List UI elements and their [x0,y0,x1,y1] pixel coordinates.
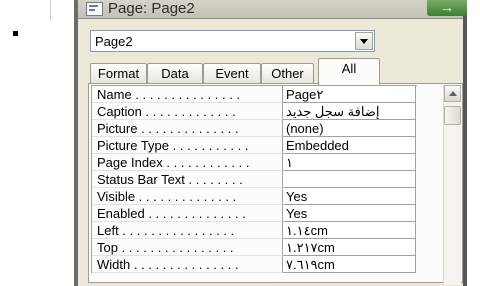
tab-event[interactable]: Event [203,63,261,84]
tab-data[interactable]: Data [147,63,203,84]
property-value[interactable]: ١ [283,154,416,171]
property-row: Width . . . . . . . . . . . . . . . ٧.٦١… [92,256,417,273]
property-name: Picture . . . . . . . . . . . . . . [92,120,283,137]
property-tabs: Format Data Event Other All [90,58,390,85]
property-sheet-window: Page: Page2 → Page2 Format Data Event Ot… [74,0,467,286]
scroll-thumb[interactable] [444,106,461,125]
property-name: Status Bar Text . . . . . . . . [92,171,283,188]
property-sheet-icon [86,2,103,16]
property-row: Enabled . . . . . . . . . . . . . . Yes [92,205,417,222]
property-panel: Name . . . . . . . . . . . . . . . Page٢… [88,83,463,285]
property-value[interactable]: ٧.٦١٩cm [283,256,416,273]
property-name: Caption . . . . . . . . . . . . . [92,103,283,120]
property-row: Picture Type . . . . . . . . . . . Embed… [92,137,417,154]
property-value[interactable]: (none) [283,120,416,137]
object-selector-value: Page2 [95,34,133,49]
tab-all[interactable]: All [318,58,380,85]
property-row: Status Bar Text . . . . . . . . [92,171,417,188]
property-row: Left . . . . . . . . . . . . . . . . ١.١… [92,222,417,239]
object-selector-dropdown[interactable]: Page2 [90,30,375,52]
property-row: Picture . . . . . . . . . . . . . . (non… [92,120,417,137]
property-name: Name . . . . . . . . . . . . . . . [92,86,283,103]
window-title: Page: Page2 [108,0,195,17]
background-marker [13,31,18,36]
property-row: Visible . . . . . . . . . . . . . . Yes [92,188,417,205]
property-value[interactable]: ١.٢١٧cm [283,239,416,256]
property-value[interactable]: Yes [283,188,416,205]
property-name: Enabled . . . . . . . . . . . . . . [92,205,283,222]
property-name: Visible . . . . . . . . . . . . . . [92,188,283,205]
property-value[interactable]: Page٢ [283,86,416,103]
title-bar[interactable]: Page: Page2 → [78,0,467,19]
tab-other[interactable]: Other [261,63,314,84]
property-value[interactable]: ١.١٤cm [283,222,416,239]
property-name: Top . . . . . . . . . . . . . . . . [92,239,283,256]
property-name: Picture Type . . . . . . . . . . . [92,137,283,154]
vertical-scrollbar[interactable] [443,85,461,285]
property-grid: Name . . . . . . . . . . . . . . . Page٢… [91,85,417,273]
scroll-up-arrow-icon[interactable] [444,85,461,102]
dropdown-arrow-icon[interactable] [355,32,373,50]
background-divider [50,0,51,20]
property-row: Page Index . . . . . . . . . . . . ١ [92,154,417,171]
tab-format[interactable]: Format [90,63,147,84]
property-name: Left . . . . . . . . . . . . . . . . [92,222,283,239]
property-row: Caption . . . . . . . . . . . . . إضافة … [92,103,417,120]
property-value[interactable]: إضافة سجل جديد [283,103,416,120]
property-name: Width . . . . . . . . . . . . . . . [92,256,283,273]
property-value[interactable] [283,171,416,188]
close-button[interactable]: → [427,0,467,16]
property-name: Page Index . . . . . . . . . . . . [92,154,283,171]
property-row: Name . . . . . . . . . . . . . . . Page٢ [92,86,417,103]
property-value[interactable]: Yes [283,205,416,222]
property-value[interactable]: Embedded [283,137,416,154]
property-row: Top . . . . . . . . . . . . . . . . ١.٢١… [92,239,417,256]
